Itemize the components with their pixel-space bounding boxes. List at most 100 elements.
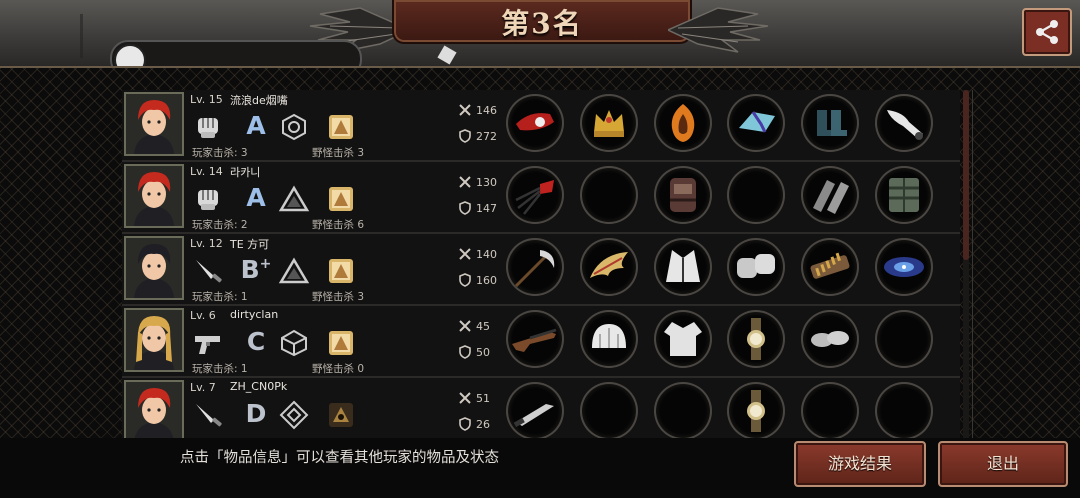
grade-letter: A [246, 111, 266, 140]
fist-icon [192, 112, 224, 142]
player-avatar[interactable] [124, 92, 184, 156]
divider [972, 90, 973, 438]
attack-stat: 140 [458, 246, 497, 262]
results-panel: Lv. 15 流浪de烟嘴 A 玩家击杀: 3 野怪击杀 3 146 272 Lv. 14 라카… [0, 66, 1080, 440]
item-slot[interactable] [580, 166, 638, 224]
player-avatar[interactable] [124, 308, 184, 372]
dark-emblem-icon [328, 402, 354, 428]
player-list[interactable]: Lv. 15 流浪de烟嘴 A 玩家击杀: 3 野怪击杀 3 146 272 Lv. 14 라카… [122, 90, 960, 438]
grade-letter: C [246, 327, 266, 356]
player-row[interactable]: Lv. 6 dirtyclan C 玩家击杀: 1 野怪击杀 0 45 50 [122, 306, 960, 378]
item-slot[interactable] [727, 310, 785, 368]
item-slot[interactable] [727, 382, 785, 438]
item-slot[interactable] [875, 382, 933, 438]
top-bar: 第3名 [0, 0, 1080, 66]
grade-badge: C [240, 326, 272, 358]
item-slot[interactable] [875, 238, 933, 296]
item-slot[interactable] [875, 310, 933, 368]
scrollbar[interactable] [963, 90, 969, 438]
defense-icon [459, 345, 471, 359]
game-result-button[interactable]: 游戏结果 [794, 441, 926, 487]
item-slot[interactable] [506, 310, 564, 368]
item-slot[interactable] [801, 94, 859, 152]
combat-knife-icon [513, 404, 554, 428]
grade-letter: D [245, 399, 267, 428]
plate-armor-icon [889, 178, 919, 212]
player-row[interactable]: Lv. 12 TE 方可 B+ 玩家击杀: 1 野怪击杀 3 140 160 [122, 234, 960, 306]
right-wing-emblem-icon [668, 7, 769, 53]
item-slot[interactable] [727, 166, 785, 224]
item-slot[interactable] [580, 310, 638, 368]
defense-value: 272 [476, 129, 497, 143]
player-kills: 玩家击杀: 2 [192, 219, 248, 231]
exit-button[interactable]: 退出 [938, 441, 1068, 487]
defense-value: 147 [476, 201, 497, 215]
scrollbar-thumb[interactable] [963, 90, 969, 260]
white-helmet-icon [592, 324, 626, 348]
item-slot[interactable] [580, 94, 638, 152]
player-avatar[interactable] [124, 236, 184, 300]
item-slot[interactable] [506, 382, 564, 438]
item-slot[interactable] [801, 238, 859, 296]
item-slot[interactable] [580, 238, 638, 296]
item-slot[interactable] [727, 94, 785, 152]
player-chip [110, 40, 362, 66]
attack-value: 51 [476, 391, 490, 405]
defense-icon [459, 273, 471, 287]
claw-gauntlet-icon [515, 180, 554, 215]
item-slot[interactable] [654, 94, 712, 152]
player-level: Lv. 12 [190, 237, 223, 250]
defense-icon [459, 417, 471, 431]
item-slot[interactable] [654, 382, 712, 438]
attack-stat: 45 [458, 318, 490, 334]
player-row[interactable]: Lv. 15 流浪de烟嘴 A 玩家击杀: 3 野怪击杀 3 146 272 [122, 90, 960, 162]
attack-stat: 51 [458, 390, 490, 406]
item-slot[interactable] [801, 382, 859, 438]
item-slot[interactable] [875, 166, 933, 224]
hexagon-skill-icon [278, 112, 310, 142]
item-slot[interactable] [801, 166, 859, 224]
royal-crown-icon [594, 110, 624, 137]
defense-stat: 50 [458, 344, 490, 360]
item-slot[interactable] [875, 94, 933, 152]
bullet-belt-icon [810, 252, 850, 279]
grade-plus: + [259, 256, 272, 272]
item-slot[interactable] [654, 238, 712, 296]
item-slot[interactable] [506, 166, 564, 224]
share-button[interactable] [1022, 8, 1072, 56]
player-avatar[interactable] [124, 164, 184, 228]
leg-wraps-icon [813, 180, 849, 214]
triangle-skill-icon [278, 184, 310, 214]
player-name: ZH_CN0Pk [230, 380, 288, 393]
defense-stat: 147 [458, 200, 497, 216]
item-slot[interactable] [506, 94, 564, 152]
shotgun-icon [512, 328, 557, 352]
rank-title: 第3名 [501, 7, 583, 40]
attack-icon [459, 320, 471, 332]
fist-icon [192, 184, 224, 214]
attack-stat: 146 [458, 102, 497, 118]
item-slot[interactable] [654, 310, 712, 368]
item-slot[interactable] [506, 238, 564, 296]
item-slot[interactable] [727, 238, 785, 296]
grade-badge: A [240, 110, 272, 142]
player-row[interactable]: Lv. 7 ZH_CN0Pk D 51 26 [122, 378, 960, 438]
attack-value: 130 [476, 175, 497, 189]
defense-value: 160 [476, 273, 497, 287]
crystal-bracelet-icon [739, 111, 775, 133]
player-avatar[interactable] [124, 380, 184, 438]
slippers-icon [811, 331, 849, 347]
attack-value: 140 [476, 247, 497, 261]
item-slot[interactable] [580, 382, 638, 438]
item-slot[interactable] [801, 310, 859, 368]
hint-text: 点击「物品信息」可以查看其他玩家的物品及状态 [180, 450, 499, 466]
grade-badge: A [240, 182, 272, 214]
player-level: Lv. 6 [190, 309, 216, 322]
diamond-skill-icon [278, 400, 310, 430]
player-row[interactable]: Lv. 14 라카니 A 玩家击杀: 2 野怪击杀 6 130 147 [122, 162, 960, 234]
item-slot[interactable] [654, 166, 712, 224]
player-name: 라카니 [230, 166, 261, 179]
flame-armor-icon [671, 104, 695, 142]
monster-kills: 野怪击杀 6 [312, 219, 365, 231]
attack-stat: 130 [458, 174, 497, 190]
